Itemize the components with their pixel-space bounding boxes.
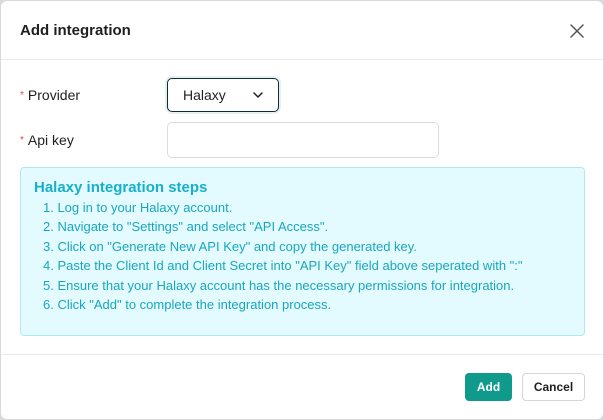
provider-select[interactable]: Halaxy [167,78,279,112]
step-item: 1. Log in to your Halaxy account. [43,200,233,215]
step-item: 6. Click "Add" to complete the integrati… [43,297,332,313]
step-item: 4. Paste the Client Id and Client Secret… [43,258,523,274]
provider-label: * Provider [20,87,80,103]
provider-selected-value: Halaxy [183,87,226,103]
step-item: 3. Click on "Generate New API Key" and c… [43,238,417,254]
provider-label-text: Provider [27,87,81,103]
step-item: 5. Ensure that your Halaxy account has t… [43,277,515,293]
add-button[interactable]: Add [465,373,512,401]
step-item: 2. Navigate to "Settings" and select "AP… [43,219,329,235]
cancel-button[interactable]: Cancel [522,373,585,401]
close-icon [570,24,584,38]
integration-steps-list: 1. Log in to your Halaxy account. 2. Nav… [43,198,523,314]
integration-steps-title: Halaxy integration steps [34,179,208,196]
required-marker: * [20,90,24,101]
dialog-title: Add integration [20,22,131,39]
integration-steps-box: Halaxy integration steps 1. Log in to yo… [20,167,585,336]
dialog-footer: Add Cancel [1,354,603,419]
api-key-input[interactable] [167,122,439,158]
api-key-label: * Api key [20,132,74,148]
dialog-header: Add integration [1,1,603,60]
api-key-label-text: Api key [27,132,74,148]
required-marker: * [20,135,24,146]
close-button[interactable] [568,22,586,40]
add-integration-dialog: Add integration * Provider Halaxy * Api ke… [1,1,603,419]
chevron-down-icon [253,92,263,98]
